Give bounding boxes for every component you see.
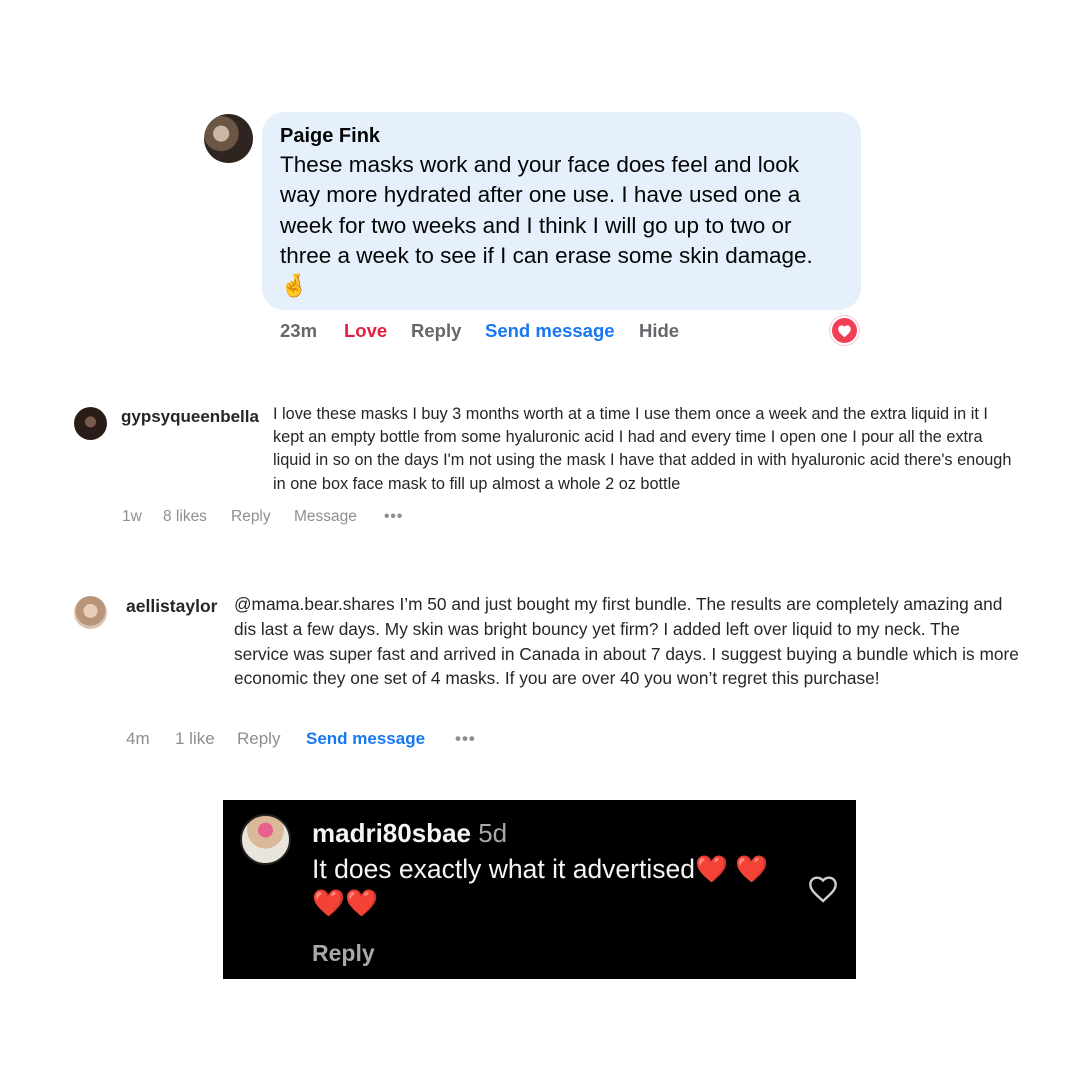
comment-username[interactable]: aellistaylor — [126, 595, 217, 617]
likes-count[interactable]: 1 like — [175, 729, 215, 749]
comment-time[interactable]: 23m — [280, 320, 317, 342]
send-message-button[interactable]: Send message — [306, 729, 425, 749]
reply-button[interactable]: Reply — [237, 729, 280, 749]
comment-time[interactable]: 4m — [126, 729, 150, 749]
love-reaction-icon[interactable] — [830, 316, 859, 345]
more-options-icon[interactable]: ••• — [455, 729, 476, 749]
send-message-button[interactable]: Send message — [485, 320, 615, 342]
heart-outline-icon[interactable] — [807, 874, 839, 904]
comment-text: It does exactly what it advertised❤️ ❤️❤… — [312, 854, 769, 918]
dark-comment: madri80sbae 5d It does exactly what it a… — [223, 800, 856, 979]
reply-button[interactable]: Reply — [411, 320, 461, 342]
reply-button[interactable]: Reply — [312, 940, 375, 967]
hide-button[interactable]: Hide — [639, 320, 679, 342]
comment-text: These masks work and your face does feel… — [280, 152, 813, 299]
comment-text: I love these masks I buy 3 months worth … — [273, 405, 1012, 493]
likes-count[interactable]: 8 likes — [163, 508, 207, 526]
comment-bubble: Paige Fink These masks work and your fac… — [262, 112, 861, 310]
comment-time[interactable]: 1w — [122, 508, 142, 526]
heart-icon — [838, 325, 851, 338]
avatar[interactable] — [74, 596, 107, 629]
avatar[interactable] — [240, 814, 291, 865]
avatar[interactable] — [204, 114, 253, 163]
message-button[interactable]: Message — [294, 508, 357, 526]
reply-button[interactable]: Reply — [231, 508, 271, 526]
avatar[interactable] — [74, 407, 107, 440]
comment-author[interactable]: Paige Fink — [280, 124, 843, 148]
comment-text: @mama.bear.shares I’m 50 and just bought… — [234, 594, 1019, 689]
love-button[interactable]: Love — [344, 320, 387, 342]
more-options-icon[interactable]: ••• — [384, 508, 403, 526]
comment-time: 5d — [478, 818, 508, 848]
comment-header: madri80sbae 5d — [312, 817, 507, 849]
comment-username[interactable]: gypsyqueenbella — [121, 406, 259, 428]
comment-username[interactable]: madri80sbae — [312, 818, 471, 848]
